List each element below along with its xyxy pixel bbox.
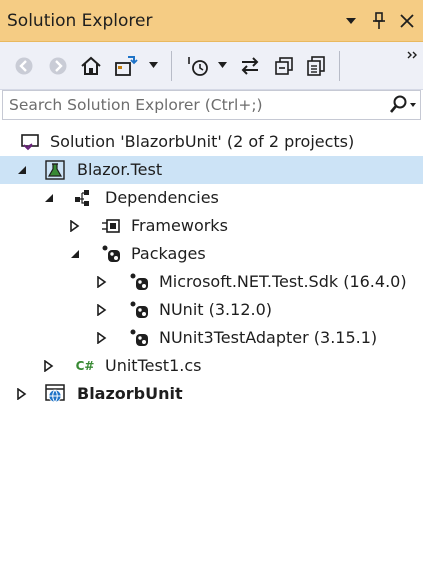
toolbar-overflow-icon[interactable] xyxy=(407,46,419,59)
switch-views-dropdown-icon[interactable] xyxy=(148,60,158,70)
tree-item-label: Solution 'BlazorbUnit' (2 of 2 projects) xyxy=(50,132,355,151)
expand-arrow-icon[interactable] xyxy=(42,359,56,373)
nuget-package-icon xyxy=(129,300,149,320)
collapse-arrow-icon[interactable] xyxy=(42,191,56,205)
expand-arrow-icon[interactable] xyxy=(95,331,109,345)
tree-item-solution[interactable]: Solution 'BlazorbUnit' (2 of 2 projects) xyxy=(0,128,423,156)
tree-item-label: BlazorbUnit xyxy=(77,384,183,403)
pending-changes-filter-icon[interactable] xyxy=(184,52,212,80)
tree-item-package[interactable]: NUnit3TestAdapter (3.15.1) xyxy=(0,324,423,352)
toolbar-separator xyxy=(171,51,172,81)
tree-item-label: Microsoft.NET.Test.Sdk (16.4.0) xyxy=(159,272,407,291)
tree-item-label: Dependencies xyxy=(105,188,219,207)
forward-icon[interactable] xyxy=(44,52,72,80)
window-title: Solution Explorer xyxy=(7,10,153,31)
switch-views-icon[interactable] xyxy=(112,52,140,80)
tree-item-label: Frameworks xyxy=(131,216,228,235)
web-project-icon xyxy=(45,384,65,404)
window-position-dropdown-icon[interactable] xyxy=(339,9,363,33)
sync-with-active-document-icon[interactable] xyxy=(236,52,264,80)
tree-item-label: Blazor.Test xyxy=(77,160,163,179)
collapse-arrow-icon[interactable] xyxy=(68,247,82,261)
back-icon[interactable] xyxy=(10,52,38,80)
tree-item-label: Packages xyxy=(131,244,206,263)
tree-item-label: NUnit (3.12.0) xyxy=(159,300,272,319)
expand-arrow-icon[interactable] xyxy=(15,387,29,401)
show-all-files-icon[interactable] xyxy=(302,52,330,80)
solution-icon xyxy=(20,132,40,152)
test-project-icon xyxy=(45,160,65,180)
expand-arrow-icon[interactable] xyxy=(95,275,109,289)
tree-item-package[interactable]: Microsoft.NET.Test.Sdk (16.4.0) xyxy=(0,268,423,296)
tree-item-project-blazor-test[interactable]: Blazor.Test xyxy=(0,156,423,184)
toolbar xyxy=(0,42,423,90)
search-box xyxy=(2,90,421,120)
collapse-all-icon[interactable] xyxy=(270,52,298,80)
tree-item-package[interactable]: NUnit (3.12.0) xyxy=(0,296,423,324)
toolbar-separator xyxy=(339,51,340,81)
tree-item-file[interactable]: C# UnitTest1.cs xyxy=(0,352,423,380)
expand-arrow-icon[interactable] xyxy=(95,303,109,317)
expand-arrow-icon[interactable] xyxy=(68,219,82,233)
csharp-file-icon: C# xyxy=(75,359,95,373)
tree-item-dependencies[interactable]: Dependencies xyxy=(0,184,423,212)
search-input[interactable] xyxy=(3,91,386,119)
search-icon[interactable] xyxy=(386,92,420,118)
framework-icon xyxy=(101,216,121,236)
collapse-arrow-icon[interactable] xyxy=(15,163,29,177)
filter-dropdown-icon[interactable] xyxy=(217,60,227,70)
nuget-package-icon xyxy=(101,244,121,264)
dependencies-icon xyxy=(73,188,93,208)
close-icon[interactable] xyxy=(395,9,419,33)
title-bar: Solution Explorer xyxy=(0,0,423,42)
tree-item-project-blazorbunit[interactable]: BlazorbUnit xyxy=(0,380,423,408)
tree-item-frameworks[interactable]: Frameworks xyxy=(0,212,423,240)
tree-item-label: UnitTest1.cs xyxy=(105,356,202,375)
nuget-package-icon xyxy=(129,328,149,348)
home-icon[interactable] xyxy=(77,52,105,80)
nuget-package-icon xyxy=(129,272,149,292)
solution-tree: Solution 'BlazorbUnit' (2 of 2 projects)… xyxy=(0,128,423,408)
tree-item-label: NUnit3TestAdapter (3.15.1) xyxy=(159,328,378,347)
pin-icon[interactable] xyxy=(367,9,391,33)
tree-item-packages[interactable]: Packages xyxy=(0,240,423,268)
